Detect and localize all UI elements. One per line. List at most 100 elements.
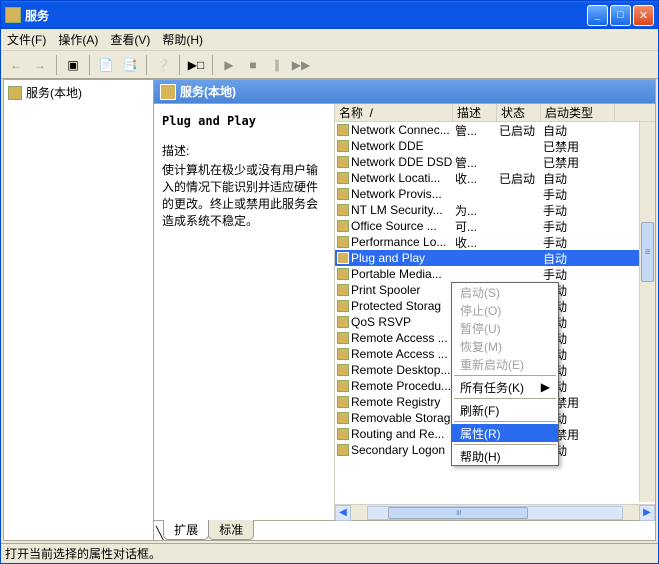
menu-file[interactable]: 文件(F) <box>7 31 46 48</box>
menu-item[interactable]: 属性(R) <box>452 424 558 442</box>
menu-item[interactable]: 刷新(F) <box>452 401 558 419</box>
cell-name: Secondary Logon <box>351 443 445 457</box>
minimize-button[interactable]: _ <box>587 5 608 26</box>
table-row[interactable]: Network DDE已禁用 <box>335 138 655 154</box>
table-row[interactable]: Network Locati...收...已启动自动 <box>335 170 655 186</box>
tree-panel: 服务(本地) <box>4 80 154 540</box>
cell-desc: 可... <box>455 218 477 235</box>
titlebar[interactable]: 服务 _ □ ✕ <box>1 1 658 29</box>
forward-button[interactable]: → <box>29 54 51 76</box>
cell-desc: 收... <box>455 234 477 251</box>
bottom-tabs: ╲ 扩展 标准 <box>154 520 655 540</box>
close-button[interactable]: ✕ <box>633 5 654 26</box>
scroll-left-arrow[interactable]: ◀ <box>335 505 351 521</box>
scroll-right-arrow[interactable]: ▶ <box>639 505 655 521</box>
scrollbar-thumb[interactable] <box>641 222 654 282</box>
gear-icon <box>337 380 349 392</box>
properties-button[interactable]: 📄 <box>95 54 117 76</box>
menu-item-label: 属性(R) <box>460 425 501 442</box>
vertical-scrollbar[interactable] <box>639 122 655 502</box>
menu-view[interactable]: 查看(V) <box>110 31 150 48</box>
tab-standard[interactable]: 标准 <box>208 520 254 540</box>
gear-icon <box>337 444 349 456</box>
gear-icon <box>337 156 349 168</box>
tree-root[interactable]: 服务(本地) <box>8 84 149 101</box>
menu-item-label: 所有任务(K) <box>460 379 524 396</box>
cell-startup: 已禁用 <box>543 154 579 171</box>
play-button[interactable]: ▶ <box>218 54 240 76</box>
scrollbar-thumb[interactable] <box>388 507 528 519</box>
cell-name: Network Connec... <box>351 123 450 137</box>
table-row[interactable]: Network DDE DSDM管...已禁用 <box>335 154 655 170</box>
cell-desc: 管... <box>455 154 477 171</box>
col-name[interactable]: 名称 / <box>335 104 453 121</box>
cell-desc: 为... <box>455 202 477 219</box>
col-desc[interactable]: 描述 <box>453 104 497 121</box>
status-text: 打开当前选择的属性对话框。 <box>5 545 161 562</box>
tab-extended[interactable]: 扩展 <box>163 520 209 540</box>
cell-startup: 自动 <box>543 250 567 267</box>
help-button[interactable]: ❔ <box>152 54 174 76</box>
refresh-button[interactable]: ▶□ <box>185 54 207 76</box>
table-row[interactable]: Portable Media... 手动 <box>335 266 655 282</box>
cell-desc: 收... <box>455 170 477 187</box>
menu-action[interactable]: 操作(A) <box>58 31 98 48</box>
cell-name: Portable Media... <box>351 267 442 281</box>
table-row[interactable]: Performance Lo...收...手动 <box>335 234 655 250</box>
table-row[interactable]: Network Provis...手动 <box>335 186 655 202</box>
cell-startup: 自动 <box>543 122 567 139</box>
gear-icon <box>337 124 349 136</box>
list-header: 名称 / 描述 状态 启动类型 <box>335 104 655 122</box>
gear-icon <box>160 84 176 100</box>
back-button[interactable]: ← <box>5 54 27 76</box>
panel-title: 服务(本地) <box>180 83 236 100</box>
gear-icon <box>337 268 349 280</box>
cell-name: Plug and Play <box>351 251 425 265</box>
cell-name: Removable Storag <box>351 411 450 425</box>
horizontal-scrollbar[interactable]: ◀ ▶ <box>335 504 655 520</box>
menu-item[interactable]: 帮助(H) <box>452 447 558 465</box>
toolbar: ← → ▣ 📄 📑 ❔ ▶□ ▶ ■ ∥ ▶▶ <box>1 51 658 79</box>
stop-button[interactable]: ■ <box>242 54 264 76</box>
gear-icon <box>337 300 349 312</box>
table-row[interactable]: Office Source ... 可... 手动 <box>335 218 655 234</box>
gear-icon <box>337 316 349 328</box>
gear-icon <box>337 204 349 216</box>
cell-name: Office Source ... <box>351 219 437 233</box>
cell-status: 已启动 <box>499 170 535 187</box>
cell-name: QoS RSVP <box>351 315 411 329</box>
restart-button[interactable]: ▶▶ <box>290 54 312 76</box>
up-button[interactable]: ▣ <box>62 54 84 76</box>
services-window: 服务 _ □ ✕ 文件(F) 操作(A) 查看(V) 帮助(H) ← → ▣ 📄… <box>0 0 659 564</box>
export-button[interactable]: 📑 <box>119 54 141 76</box>
menu-help[interactable]: 帮助(H) <box>162 31 203 48</box>
gear-icon <box>337 348 349 360</box>
menu-item-label: 恢复(M) <box>460 338 502 355</box>
cell-status: 已启动 <box>499 122 535 139</box>
menu-item[interactable]: 所有任务(K) ▶ <box>452 378 558 396</box>
table-row[interactable]: Plug and Play 自动 <box>335 250 655 266</box>
gear-icon <box>337 172 349 184</box>
pause-button[interactable]: ∥ <box>266 54 288 76</box>
table-row[interactable]: NT LM Security... 为... 手动 <box>335 202 655 218</box>
cell-startup: 手动 <box>543 266 567 283</box>
cell-startup: 手动 <box>543 218 567 235</box>
col-status[interactable]: 状态 <box>497 104 541 121</box>
cell-startup: 手动 <box>543 234 567 251</box>
cell-name: Network Locati... <box>351 171 440 185</box>
cell-name: Remote Access ... <box>351 331 448 345</box>
menubar[interactable]: 文件(F) 操作(A) 查看(V) 帮助(H) <box>1 29 658 51</box>
col-startup[interactable]: 启动类型 <box>541 104 615 121</box>
context-menu[interactable]: 启动(S)停止(O)暂停(U)恢复(M)重新启动(E)所有任务(K)▶刷新(F)… <box>451 282 559 466</box>
gear-icon <box>337 236 349 248</box>
app-icon <box>5 7 21 23</box>
submenu-arrow-icon: ▶ <box>541 380 550 394</box>
selected-service-name: Plug and Play <box>162 114 326 128</box>
cell-startup: 手动 <box>543 202 567 219</box>
cell-name: NT LM Security... <box>351 203 443 217</box>
menu-item-label: 停止(O) <box>460 302 501 319</box>
table-row[interactable]: Network Connec...管...已启动自动 <box>335 122 655 138</box>
maximize-button[interactable]: □ <box>610 5 631 26</box>
gear-icon <box>337 140 349 152</box>
menu-item-label: 暂停(U) <box>460 320 501 337</box>
